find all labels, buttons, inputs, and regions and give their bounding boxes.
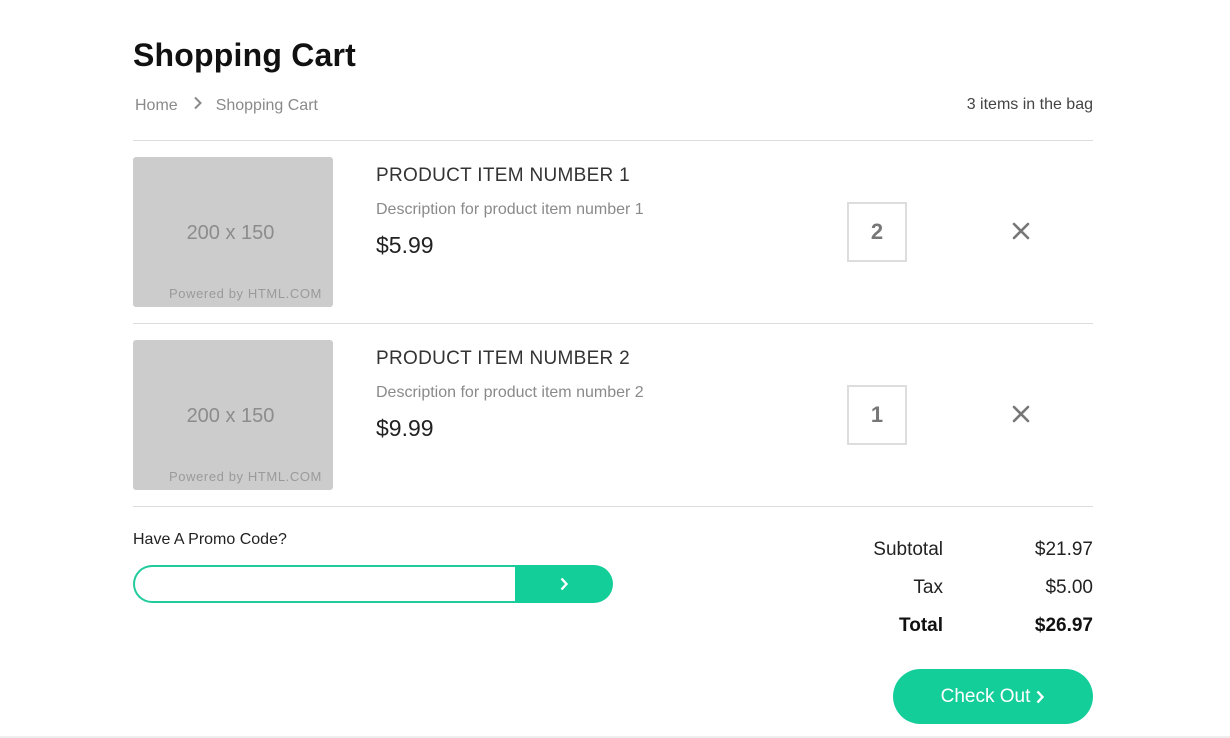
chevron-right-icon: [560, 577, 569, 591]
thumbnail-credit: Powered by HTML.COM: [169, 469, 322, 484]
promo-code-label: Have A Promo Code?: [133, 531, 287, 548]
product-thumbnail[interactable]: 200 x 150 Powered by HTML.COM: [133, 157, 333, 307]
chevron-right-icon: [188, 96, 208, 115]
thumbnail-credit: Powered by HTML.COM: [169, 286, 322, 301]
thumbnail-size-label: 200 x 150: [186, 405, 275, 427]
product-description: Description for product item number 1: [376, 201, 644, 218]
divider: [133, 323, 1093, 324]
close-icon: [1012, 405, 1030, 423]
total-value: $26.97: [1034, 615, 1093, 636]
product-price: $5.99: [376, 232, 434, 258]
tax-label: Tax: [913, 577, 943, 598]
thumbnail-size-label: 200 x 150: [186, 222, 275, 244]
subtotal-value: $21.97: [1034, 539, 1093, 560]
promo-code-input[interactable]: [133, 565, 516, 603]
product-name[interactable]: PRODUCT ITEM NUMBER 2: [376, 348, 630, 370]
close-icon: [1012, 222, 1030, 240]
checkout-button[interactable]: Check Out: [893, 669, 1093, 724]
tax-value: $5.00: [1045, 577, 1093, 598]
remove-item-button[interactable]: [1009, 402, 1033, 426]
divider: [133, 506, 1093, 507]
quantity-input[interactable]: 2: [847, 202, 907, 262]
product-description: Description for product item number 2: [376, 384, 644, 401]
chevron-right-icon: [1035, 689, 1045, 705]
cart-item: 200 x 150 Powered by HTML.COM PRODUCT IT…: [133, 157, 1093, 307]
page-title: Shopping Cart: [133, 37, 357, 73]
breadcrumb-current: Shopping Cart: [215, 96, 318, 114]
total-label: Total: [899, 615, 943, 636]
product-thumbnail[interactable]: 200 x 150 Powered by HTML.COM: [133, 340, 333, 490]
checkout-label: Check Out: [940, 685, 1031, 707]
subtotal-label: Subtotal: [873, 539, 943, 560]
quantity-input[interactable]: 1: [847, 385, 907, 445]
shopping-cart-container: Shopping Cart Home Shopping Cart 3 items…: [133, 0, 1093, 738]
cart-item: 200 x 150 Powered by HTML.COM PRODUCT IT…: [133, 340, 1093, 490]
breadcrumb: Home Shopping Cart: [135, 96, 318, 115]
promo-submit-button[interactable]: [515, 565, 613, 603]
remove-item-button[interactable]: [1009, 219, 1033, 243]
divider: [133, 140, 1093, 141]
product-price: $9.99: [376, 415, 434, 441]
product-name[interactable]: PRODUCT ITEM NUMBER 1: [376, 165, 630, 187]
breadcrumb-home-link[interactable]: Home: [135, 97, 178, 115]
bag-item-count: 3 items in the bag: [966, 96, 1093, 113]
